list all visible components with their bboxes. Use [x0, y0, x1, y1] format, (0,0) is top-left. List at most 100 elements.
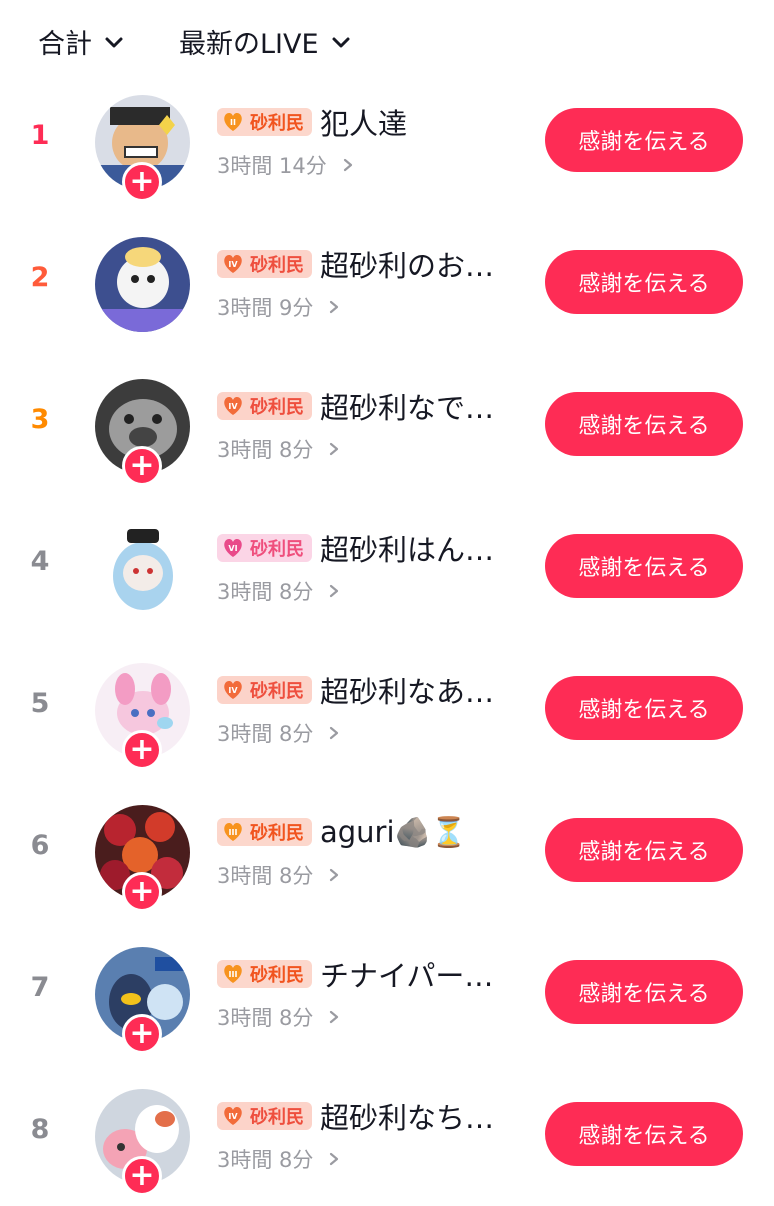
follow-plus-button[interactable]: + — [122, 446, 162, 486]
ranking-row[interactable]: 2 IV 砂利民 超砂利のお… 3時間 9分 感謝を伝える — [0, 212, 774, 354]
ranking-row[interactable]: 3 + IV 砂利民 超砂利なで… 3時間 8分 感謝を伝える — [0, 354, 774, 496]
duration-text: 3時間 8分 — [217, 864, 314, 888]
avatar[interactable] — [95, 237, 190, 332]
watch-duration[interactable]: 3時間 8分 — [217, 434, 341, 464]
heart-level-icon: IV — [221, 1105, 245, 1127]
name-line: IV 砂利民 超砂利のお… — [217, 246, 495, 283]
chevron-right-icon — [330, 442, 339, 456]
chevron-right-icon — [343, 158, 352, 172]
send-thanks-button[interactable]: 感謝を伝える — [545, 108, 743, 172]
fan-badge-label: 砂利民 — [250, 1107, 304, 1128]
name-line: II 砂利民 犯人達 — [217, 104, 408, 141]
chevron-right-icon — [330, 868, 339, 882]
chevron-right-icon — [330, 300, 339, 314]
send-thanks-button[interactable]: 感謝を伝える — [545, 250, 743, 314]
duration-text: 3時間 8分 — [217, 438, 314, 462]
fan-badge-label: 砂利民 — [250, 397, 304, 418]
header: 合計 最新のLIVE — [0, 0, 774, 80]
rank-number: 3 — [30, 404, 50, 435]
live-dropdown-label: 最新のLIVE — [179, 29, 319, 60]
svg-text:III: III — [229, 828, 238, 837]
watch-duration[interactable]: 3時間 14分 — [217, 150, 355, 180]
rank-number: 4 — [30, 546, 50, 577]
avatar[interactable] — [95, 521, 190, 616]
watch-duration[interactable]: 3時間 8分 — [217, 718, 341, 748]
svg-text:VI: VI — [228, 544, 237, 553]
avatar[interactable]: + — [95, 1089, 190, 1196]
heart-level-icon: VI — [221, 537, 245, 559]
duration-text: 3時間 8分 — [217, 1148, 314, 1172]
rank-number: 5 — [30, 688, 50, 719]
avatar[interactable]: + — [95, 663, 190, 770]
chevron-down-icon — [332, 37, 350, 47]
heart-level-icon: IV — [221, 253, 245, 275]
ranking-row[interactable]: 8 + IV 砂利民 超砂利なち… 3時間 8分 感謝を伝える — [0, 1064, 774, 1206]
username: 超砂利なあ… — [320, 675, 495, 709]
ranking-row[interactable]: 6 + III 砂利民 aguri🪨⏳ 3時間 8分 感謝を伝える — [0, 780, 774, 922]
rank-number: 1 — [30, 120, 50, 151]
avatar[interactable]: + — [95, 95, 190, 202]
username: チナイパー… — [320, 959, 494, 993]
ranking-row[interactable]: 5 + IV 砂利民 超砂利なあ… 3時間 8分 感謝を伝える — [0, 638, 774, 780]
name-line: III 砂利民 チナイパー… — [217, 956, 494, 993]
watch-duration[interactable]: 3時間 9分 — [217, 292, 341, 322]
send-thanks-button[interactable]: 感謝を伝える — [545, 676, 743, 740]
watch-duration[interactable]: 3時間 8分 — [217, 860, 341, 890]
follow-plus-button[interactable]: + — [122, 730, 162, 770]
follow-plus-button[interactable]: + — [122, 1156, 162, 1196]
svg-text:IV: IV — [228, 260, 238, 269]
rank-number: 6 — [30, 830, 50, 861]
fan-badge: IV 砂利民 — [217, 250, 312, 278]
send-thanks-button[interactable]: 感謝を伝える — [545, 960, 743, 1024]
svg-text:II: II — [230, 118, 236, 127]
send-thanks-button[interactable]: 感謝を伝える — [545, 534, 743, 598]
heart-level-icon: IV — [221, 395, 245, 417]
watch-duration[interactable]: 3時間 8分 — [217, 576, 341, 606]
fan-badge-label: 砂利民 — [250, 255, 304, 276]
heart-level-icon: III — [221, 963, 245, 985]
username: 犯人達 — [320, 107, 408, 141]
duration-text: 3時間 8分 — [217, 722, 314, 746]
username: 超砂利なち… — [320, 1101, 495, 1135]
total-dropdown-label: 合計 — [38, 29, 92, 60]
chevron-right-icon — [330, 726, 339, 740]
fan-badge-label: 砂利民 — [250, 539, 304, 560]
chevron-right-icon — [330, 1152, 339, 1166]
send-thanks-button[interactable]: 感謝を伝える — [545, 1102, 743, 1166]
chevron-right-icon — [330, 584, 339, 598]
name-line: VI 砂利民 超砂利はん… — [217, 530, 495, 567]
fan-badge-label: 砂利民 — [250, 965, 304, 986]
total-dropdown[interactable]: 合計 — [38, 22, 126, 61]
fan-badge-label: 砂利民 — [250, 823, 304, 844]
fan-badge: III 砂利民 — [217, 960, 312, 988]
follow-plus-button[interactable]: + — [122, 1014, 162, 1054]
watch-duration[interactable]: 3時間 8分 — [217, 1144, 341, 1174]
ranking-row[interactable]: 1 + II 砂利民 犯人達 3時間 14分 感謝を伝える — [0, 70, 774, 212]
svg-text:IV: IV — [228, 1112, 238, 1121]
fan-badge: III 砂利民 — [217, 818, 312, 846]
username: aguri🪨⏳ — [320, 814, 467, 849]
rank-number: 8 — [30, 1114, 50, 1145]
username: 超砂利はん… — [320, 533, 495, 567]
ranking-row[interactable]: 7 + III 砂利民 チナイパー… 3時間 8分 感謝を伝える — [0, 922, 774, 1064]
avatar-image — [95, 237, 190, 332]
avatar[interactable]: + — [95, 379, 190, 486]
follow-plus-button[interactable]: + — [122, 872, 162, 912]
svg-text:IV: IV — [228, 686, 238, 695]
heart-level-icon: II — [221, 111, 245, 133]
fan-badge: IV 砂利民 — [217, 676, 312, 704]
live-dropdown[interactable]: 最新のLIVE — [179, 22, 353, 61]
name-line: III 砂利民 aguri🪨⏳ — [217, 814, 467, 850]
send-thanks-button[interactable]: 感謝を伝える — [545, 392, 743, 456]
avatar[interactable]: + — [95, 805, 190, 912]
fan-badge: VI 砂利民 — [217, 534, 312, 562]
avatar[interactable]: + — [95, 947, 190, 1054]
username: 超砂利のお… — [320, 249, 495, 283]
watch-duration[interactable]: 3時間 8分 — [217, 1002, 341, 1032]
ranking-row[interactable]: 4 VI 砂利民 超砂利はん… 3時間 8分 感謝を伝える — [0, 496, 774, 638]
follow-plus-button[interactable]: + — [122, 162, 162, 202]
fan-badge: IV 砂利民 — [217, 1102, 312, 1130]
duration-text: 3時間 8分 — [217, 1006, 314, 1030]
chevron-down-icon — [105, 37, 123, 47]
send-thanks-button[interactable]: 感謝を伝える — [545, 818, 743, 882]
